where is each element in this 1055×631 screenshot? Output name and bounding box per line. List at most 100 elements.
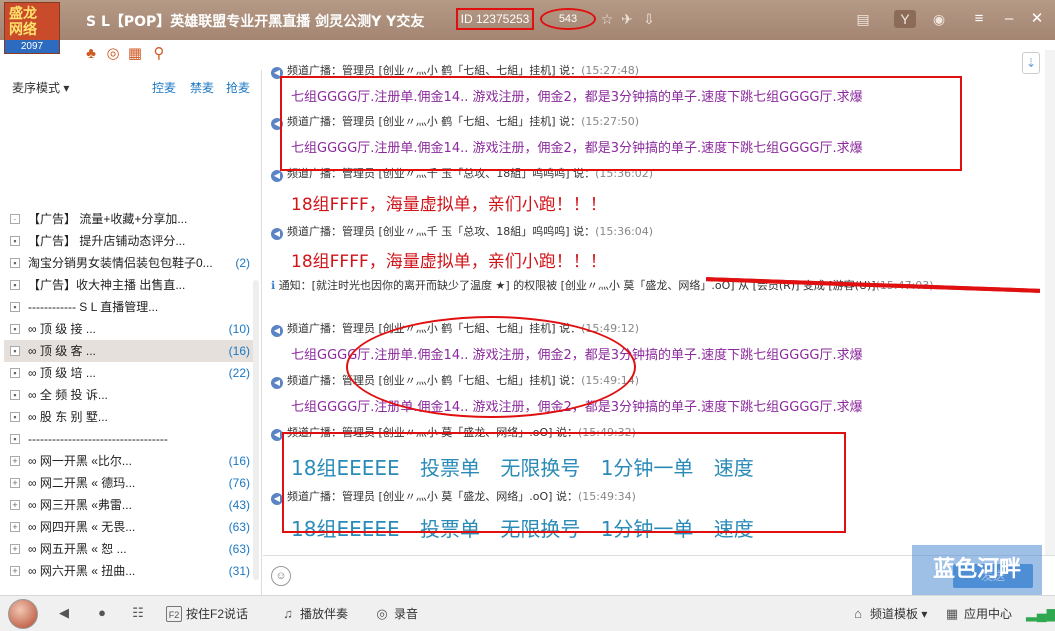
location-icon[interactable]: ◎ [104, 45, 122, 63]
plane-icon[interactable]: ✈ [618, 10, 636, 28]
channel-tree-item[interactable]: ▪ ∞ 顶 级 客 ... (16) [4, 340, 254, 362]
message-sender[interactable]: 频道广播：管理员 [创业〃灬千 玉「总攻、18組」呜呜呜] 说： [287, 225, 595, 238]
menu-icon[interactable]: ≡ [968, 8, 990, 30]
channel-tree-label: ∞ 股 东 别 墅... [28, 410, 108, 424]
channel-tree-label: ------------ S L 直播管理... [28, 300, 159, 314]
channel-tree-item[interactable]: + ∞ 网六开黑 « 扭曲... (31) [4, 560, 254, 582]
expand-icon[interactable]: + [10, 544, 20, 554]
close-icon[interactable]: ✕ [1026, 8, 1048, 30]
lock-icon[interactable]: ▪ [10, 280, 20, 290]
star-icon[interactable]: ☆ [598, 10, 616, 28]
channel-tree-item[interactable]: ▪ 淘宝分销男女装情侣装包包鞋子0... (2) [4, 252, 254, 274]
channel-tree-label: ----------------------------------- [28, 432, 168, 446]
lock-icon[interactable]: ▪ [10, 412, 20, 422]
channel-tree-item[interactable]: + ∞ 网一开黑 «比尔... (16) [4, 450, 254, 472]
avatar[interactable] [8, 599, 38, 629]
expand-icon[interactable]: + [10, 566, 20, 576]
home-icon: ⌂ [854, 606, 862, 621]
lock-icon[interactable]: ▪ [10, 346, 20, 356]
lock-icon[interactable]: ▪ [10, 324, 20, 334]
channel-logo[interactable]: 盛龙网络 2097 [4, 2, 60, 54]
channel-tree-item[interactable]: + ∞ 网二开黑 « 德玛... (76) [4, 472, 254, 494]
channel-tree-item[interactable]: ▪ ∞ 顶 级 培 ... (22) [4, 362, 254, 384]
ban-mic-button[interactable]: 禁麦 [190, 79, 214, 96]
microphone-icon[interactable]: ● [94, 605, 114, 621]
channel-tree-item[interactable]: ▪ 【广告】收大神主播 出售直... [4, 274, 254, 296]
users-icon[interactable]: ♣ [82, 45, 100, 63]
app-center-button[interactable]: ▦ 应用中心 [944, 605, 1012, 622]
play-music-button[interactable]: ♫ 播放伴奏 [280, 605, 348, 622]
push-to-talk-button[interactable]: F2 按住F2说话 [166, 605, 248, 622]
channel-tree-label: 【广告】 提升店铺动态评分... [28, 234, 186, 248]
channel-tree-item[interactable]: ▪ ∞ 全 频 投 诉... [4, 384, 254, 406]
yy-icon[interactable]: Y [894, 10, 916, 28]
control-mic-button[interactable]: 控麦 [152, 79, 176, 96]
music-icon: ♫ [283, 606, 293, 621]
title-bar: S L【POP】英雄联盟专业开黑直播 剑灵公测Y Y交友 ID 12375253… [0, 0, 1055, 40]
channel-tree-label: ∞ 顶 级 培 ... [28, 366, 96, 380]
logo-count: 2097 [5, 40, 59, 53]
channel-tree-item[interactable]: ▪ 【广告】 提升店铺动态评分... [4, 230, 254, 252]
lock-icon[interactable]: ▪ [10, 236, 20, 246]
channel-tree-label: 【广告】收大神主播 出售直... [28, 278, 186, 292]
channel-tree-label: ∞ 网三开黑 «弗雷... [28, 498, 132, 512]
chat-scrollbar[interactable] [1045, 50, 1055, 555]
speaker-icon[interactable]: ◀ [56, 605, 76, 621]
channel-tree-item[interactable]: ▪ ∞ 顶 级 接 ... (10) [4, 318, 254, 340]
lock-icon[interactable]: ▪ [10, 434, 20, 444]
channel-member-count: (31) [228, 564, 250, 578]
channel-tree-label: ∞ 网二开黑 « 德玛... [28, 476, 136, 490]
annotation-box [282, 432, 846, 533]
channel-tree-item[interactable]: ▪ ------------ S L 直播管理... [4, 296, 254, 318]
minimize-icon[interactable]: – [998, 8, 1020, 30]
channel-template-button[interactable]: ⌂ 频道模板 ▾ [850, 605, 927, 622]
channel-tree-label: ∞ 网五开黑 « 恕 ... [28, 542, 127, 556]
document-icon[interactable]: ▤ [854, 10, 872, 28]
lock-icon[interactable]: ▪ [10, 258, 20, 268]
channel-member-count: (10) [228, 322, 250, 336]
sort-mode-dropdown[interactable]: 麦序模式 ▾ [12, 79, 69, 96]
lock-icon[interactable]: ▪ [10, 368, 20, 378]
channel-tree-item[interactable]: + ∞ 网四开黑 « 无畏... (63) [4, 516, 254, 538]
scroll-down-icon[interactable]: ⇣ [1022, 52, 1040, 74]
expand-icon[interactable]: + [10, 522, 20, 532]
emoji-icon[interactable]: ☺ [271, 566, 291, 586]
equalizer-icon[interactable]: ☷ [130, 605, 150, 621]
apps-icon: ▦ [945, 606, 959, 621]
gamepad-icon[interactable]: ◉ [930, 10, 948, 28]
channel-tree-item[interactable]: · 【广告】 流量+收藏+分享加... [4, 208, 254, 230]
channel-title: S L【POP】英雄联盟专业开黑直播 剑灵公测Y Y交友 [86, 14, 425, 30]
download-icon[interactable]: ⇩ [640, 10, 658, 28]
channel-tree-item[interactable]: + ∞ 网三开黑 «弗雷... (43) [4, 494, 254, 516]
channel-tree-item[interactable]: ▪ ----------------------------------- [4, 428, 254, 450]
search-icon[interactable]: ⚲ [150, 45, 168, 63]
expand-icon[interactable]: + [10, 500, 20, 510]
channel-tree-item[interactable]: + ∞ 网五开黑 « 恕 ... (63) [4, 538, 254, 560]
channel-member-count: (2) [235, 256, 250, 270]
lock-icon[interactable]: ▪ [10, 302, 20, 312]
record-button[interactable]: ◎ 录音 [374, 605, 418, 622]
record-icon: ◎ [376, 606, 388, 621]
channel-member-count: (63) [228, 520, 250, 534]
grid-icon[interactable]: ▦ [126, 45, 144, 63]
lock-icon[interactable]: ▪ [10, 390, 20, 400]
grab-mic-button[interactable]: 抢麦 [226, 79, 250, 96]
channel-tree-panel: 麦序模式 ▾ 控麦 禁麦 抢麦 · 【广告】 流量+收藏+分享加... ▪ 【广告】 … [0, 70, 262, 596]
collapse-icon[interactable]: · [10, 214, 20, 224]
channel-tree-label: ∞ 网六开黑 « 扭曲... [28, 564, 136, 578]
channel-tree-label: 【广告】 流量+收藏+分享加... [28, 212, 188, 226]
record-label: 录音 [394, 607, 419, 621]
expand-icon[interactable]: + [10, 478, 20, 488]
channel-member-count: (43) [228, 498, 250, 512]
channel-member-count: (16) [228, 344, 250, 358]
broadcast-icon: ◀ [271, 228, 283, 240]
online-count: 543 [540, 8, 596, 30]
left-scrollbar[interactable] [253, 280, 259, 580]
channel-member-count: (16) [228, 454, 250, 468]
channel-tree-label: ∞ 顶 级 客 ... [28, 344, 96, 358]
annotation-ellipse [346, 316, 636, 418]
annotation-box [280, 76, 962, 171]
expand-icon[interactable]: + [10, 456, 20, 466]
channel-tree-item[interactable]: ▪ ∞ 股 东 别 墅... [4, 406, 254, 428]
channel-template-label: 频道模板 [870, 607, 919, 621]
